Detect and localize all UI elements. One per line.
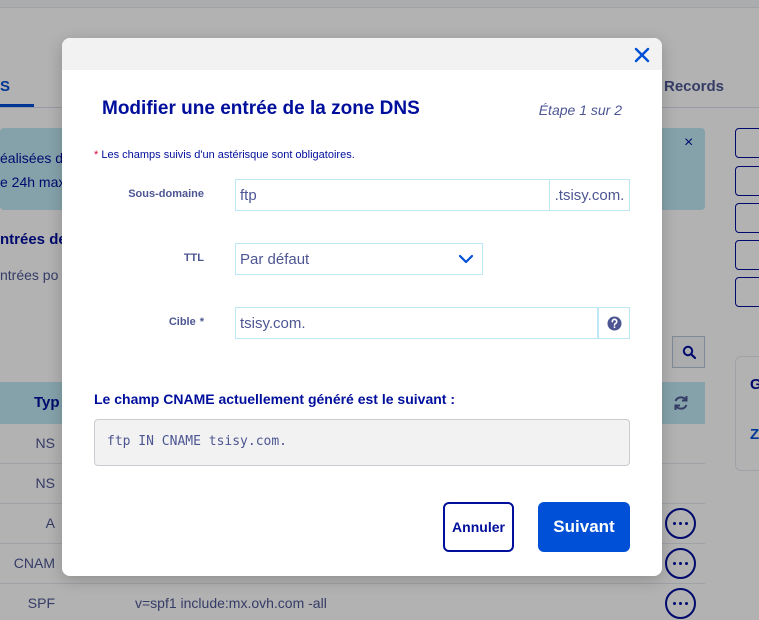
help-button[interactable] (598, 307, 630, 339)
next-button[interactable]: Suivant (538, 502, 630, 552)
ttl-label: TTL (183, 252, 204, 264)
target-label: Cible * (94, 316, 204, 328)
edit-dns-entry-modal: Modifier une entrée de la zone DNS Étape… (62, 38, 662, 576)
modal-top-bar (62, 38, 662, 70)
close-icon[interactable] (631, 44, 653, 66)
target-label-text: Cible (168, 316, 196, 328)
cancel-button[interactable]: Annuler (443, 502, 514, 552)
cname-preview-title: Le champ CNAME actuellement généré est l… (94, 391, 455, 407)
target-input[interactable]: tsisy.com. (235, 307, 598, 339)
help-icon (607, 316, 621, 330)
chevron-down-icon (458, 254, 474, 264)
cname-preview-box: ftp IN CNAME tsisy.com. (94, 419, 630, 466)
subdomain-label: Sous-domaine (128, 188, 204, 200)
modal-title: Modifier une entrée de la zone DNS (102, 98, 420, 119)
subdomain-input[interactable]: ftp (235, 179, 550, 211)
required-star: * (94, 149, 99, 161)
target-required-star: * (199, 316, 204, 328)
ttl-select[interactable]: Par défaut (235, 243, 483, 275)
required-note-text: Les champs suivis d'un astérisque sont o… (101, 149, 355, 161)
required-fields-note: * Les champs suivis d'un astérisque sont… (94, 149, 355, 161)
step-indicator: Étape 1 sur 2 (538, 102, 622, 118)
domain-suffix: .tsisy.com. (549, 179, 630, 211)
ttl-selected-value: Par défaut (240, 250, 310, 268)
